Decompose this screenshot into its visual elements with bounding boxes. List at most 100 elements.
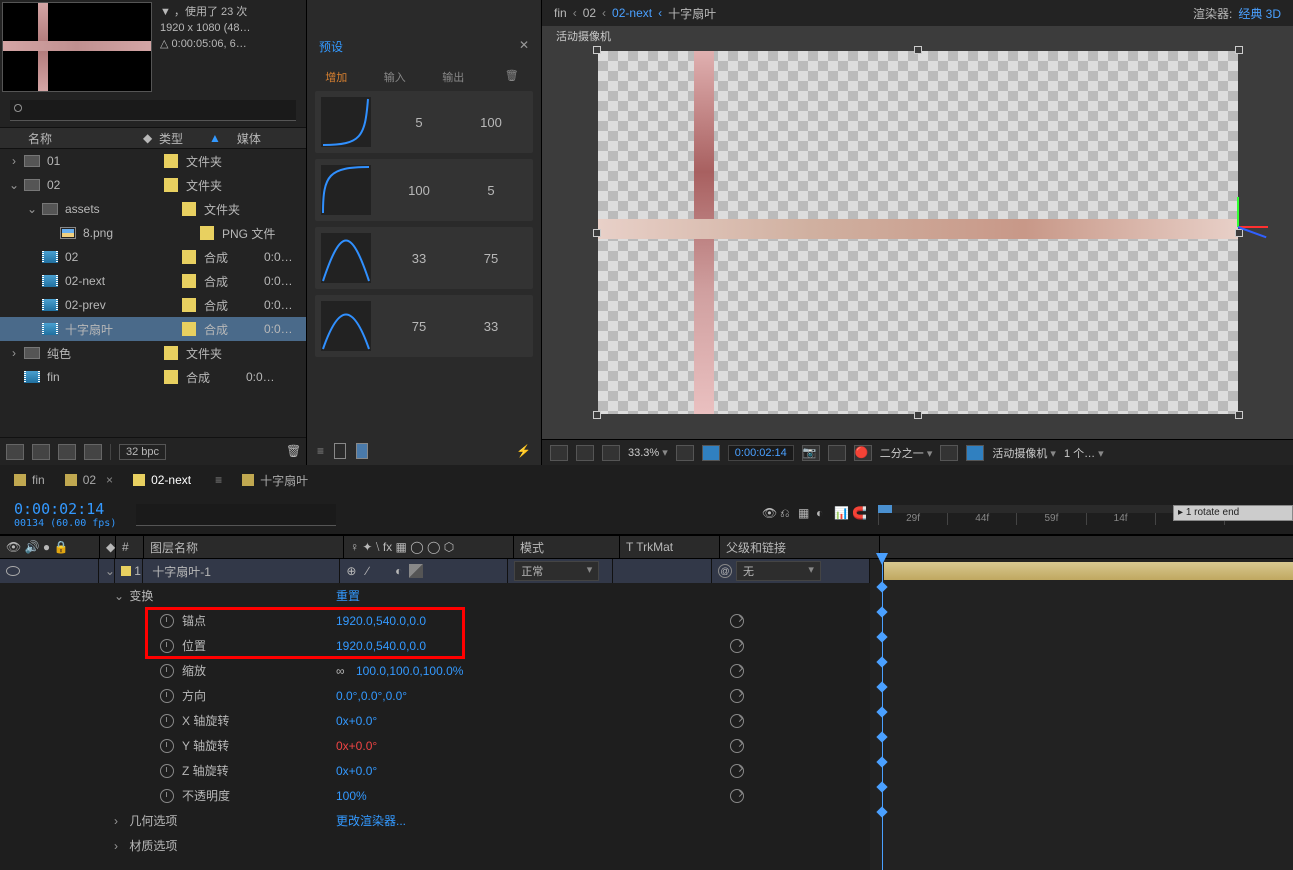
timeline-track-area[interactable]	[870, 559, 1293, 870]
camera-dropdown[interactable]: 活动摄像机	[992, 445, 1056, 461]
blend-mode-dropdown[interactable]: 正常	[514, 561, 599, 581]
transform-group[interactable]: ⌄ 变换 重置	[0, 583, 870, 608]
project-item[interactable]: 02-next合成0:0…	[0, 269, 306, 293]
motion-blur-icon[interactable]: ◐	[816, 506, 834, 524]
new-folder-btn[interactable]	[32, 444, 50, 460]
property-row[interactable]: Z 轴旋转0x+0.0°	[0, 758, 870, 783]
project-item[interactable]: 02合成0:0…	[0, 245, 306, 269]
layer-bar[interactable]	[884, 562, 1293, 580]
views-dropdown[interactable]: 1 个…	[1064, 445, 1104, 461]
tab-delete[interactable]: 🗑	[483, 69, 542, 85]
project-item[interactable]: ⌄assets文件夹	[0, 197, 306, 221]
timeline-search-input[interactable]	[136, 504, 336, 526]
roi-btn[interactable]	[940, 445, 958, 461]
project-columns-header[interactable]: 名称 ◆ 类型 ▲ 媒体	[0, 127, 306, 149]
composition-thumb[interactable]	[2, 2, 152, 92]
mask-btn[interactable]	[602, 445, 620, 461]
tab-add[interactable]: 增加	[307, 69, 366, 85]
new-comp-btn[interactable]	[58, 444, 76, 460]
timeline-tab[interactable]: fin	[14, 473, 45, 487]
safe-btn[interactable]	[702, 445, 720, 461]
ease-preset[interactable]: 3375	[315, 227, 533, 289]
ease-preset[interactable]: 7533	[315, 295, 533, 357]
handle-mode-b[interactable]	[356, 443, 368, 459]
visibility-toggle[interactable]	[6, 566, 20, 576]
composition-marker[interactable]: ▸ 1 rotate end	[1173, 505, 1293, 521]
reset-link[interactable]: 重置	[336, 587, 360, 604]
lock-column-icon[interactable]: 🔒	[53, 540, 68, 554]
property-row[interactable]: 方向0.0°,0.0°,0.0°	[0, 683, 870, 708]
property-row[interactable]: 不透明度100%	[0, 783, 870, 808]
channel-btn[interactable]	[576, 445, 594, 461]
bpc-toggle[interactable]: 32 bpc	[119, 444, 166, 460]
resolution-dropdown[interactable]: 二分之一	[880, 445, 933, 461]
timeline-tab[interactable]: 02	[65, 473, 96, 487]
shy-icon[interactable]: 👁	[762, 506, 780, 524]
interpret-btn[interactable]	[6, 444, 24, 460]
expression-icon[interactable]	[730, 739, 744, 753]
property-row[interactable]: 锚点1920.0,540.0,0.0	[0, 608, 870, 633]
tab-close-icon[interactable]: ×	[106, 473, 113, 487]
lightning-icon[interactable]: ⚡	[516, 444, 531, 458]
canvas[interactable]	[598, 51, 1238, 414]
project-search-input[interactable]	[10, 100, 296, 121]
navigator-thumb[interactable]	[878, 505, 892, 513]
color-btn[interactable]: 🔴	[854, 445, 872, 461]
close-icon[interactable]: ✕	[519, 38, 529, 55]
viewport[interactable]: 活动摄像机	[542, 26, 1293, 439]
snap-icon[interactable]: 🧲	[852, 506, 870, 524]
stopwatch-icon[interactable]	[160, 789, 174, 803]
parent-dropdown[interactable]: 无	[736, 561, 821, 581]
ease-preset[interactable]: 5100	[315, 91, 533, 153]
audio-column-icon[interactable]: 🔊	[25, 540, 40, 554]
stopwatch-icon[interactable]	[160, 739, 174, 753]
timecode-display[interactable]: 0:00:02:14	[728, 445, 794, 461]
3d-icon[interactable]	[409, 564, 423, 578]
stopwatch-icon[interactable]	[160, 714, 174, 728]
twirl-icon[interactable]: ⌄	[105, 564, 115, 578]
layer-row[interactable]: ⌄ 1 十字扇叶-1 ⊕ ∕ ◐ 正常 @无	[0, 559, 870, 583]
project-item[interactable]: 02-prev合成0:0…	[0, 293, 306, 317]
project-item[interactable]: ›01文件夹	[0, 149, 306, 173]
timeline-tab[interactable]: 02-next	[133, 473, 191, 487]
expression-icon[interactable]	[730, 789, 744, 803]
project-item[interactable]: 8.pngPNG 文件	[0, 221, 306, 245]
snapshot-btn[interactable]: 📷	[802, 445, 820, 461]
stopwatch-icon[interactable]	[160, 764, 174, 778]
tab-menu-icon[interactable]: ≡	[215, 473, 222, 487]
project-item[interactable]: ⌄02文件夹	[0, 173, 306, 197]
expression-icon[interactable]	[730, 689, 744, 703]
tab-in[interactable]: 输入	[366, 69, 425, 85]
stopwatch-icon[interactable]	[160, 639, 174, 653]
handle-mode-a[interactable]	[334, 443, 346, 459]
pickwhip-icon[interactable]: @	[718, 564, 732, 578]
grid-icon[interactable]: ≡	[317, 444, 324, 458]
alpha-btn[interactable]	[550, 445, 568, 461]
property-group[interactable]: › 材质选项	[0, 833, 870, 858]
property-row[interactable]: Y 轴旋转0x+0.0°	[0, 733, 870, 758]
expression-icon[interactable]	[730, 614, 744, 628]
project-tree[interactable]: ›01文件夹⌄02文件夹⌄assets文件夹8.pngPNG 文件02合成0:0…	[0, 149, 306, 437]
composition-breadcrumb[interactable]: fin‹ 02‹ 02-next‹ 十字扇叶 渲染器: 经典 3D	[542, 0, 1293, 26]
project-item[interactable]: fin合成0:0…	[0, 365, 306, 389]
stopwatch-icon[interactable]	[160, 689, 174, 703]
property-row[interactable]: X 轴旋转0x+0.0°	[0, 708, 870, 733]
expression-icon[interactable]	[730, 764, 744, 778]
graph-icon[interactable]: 📊	[834, 506, 852, 524]
expression-icon[interactable]	[730, 714, 744, 728]
trash-icon[interactable]: 🗑	[286, 444, 300, 460]
frame-blend-icon[interactable]: ▦	[798, 506, 816, 524]
property-row[interactable]: 缩放∞ 100.0,100.0,100.0%	[0, 658, 870, 683]
ease-preset[interactable]: 1005	[315, 159, 533, 221]
playhead[interactable]	[882, 559, 883, 870]
stopwatch-icon[interactable]	[160, 614, 174, 628]
transparency-btn[interactable]	[966, 445, 984, 461]
stopwatch-icon[interactable]	[160, 664, 174, 678]
comp-flow-icon[interactable]: ⎌	[780, 506, 798, 524]
current-time[interactable]: 0:00:02:14	[14, 500, 116, 518]
property-group[interactable]: › 几何选项更改渲染器...	[0, 808, 870, 833]
timeline-tab[interactable]: 十字扇叶	[242, 472, 308, 489]
expression-icon[interactable]	[730, 664, 744, 678]
show-snapshot-btn[interactable]	[828, 445, 846, 461]
solo-column-icon[interactable]: ●	[43, 540, 50, 554]
